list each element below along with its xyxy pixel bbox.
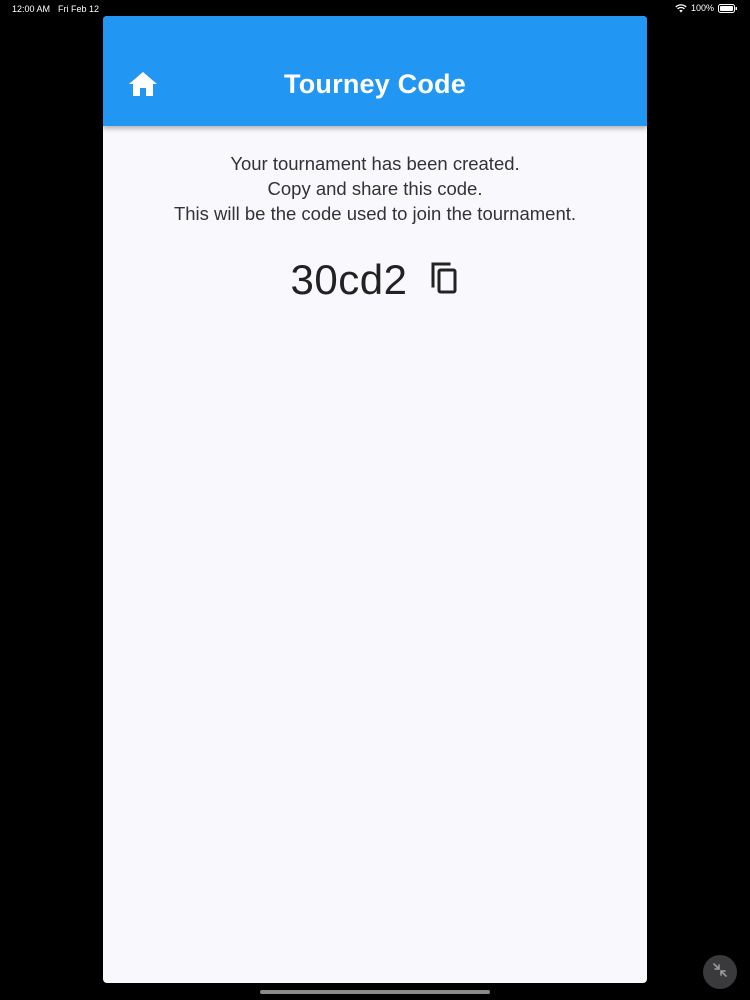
message-line-2: Copy and share this code. [267,178,483,199]
wifi-icon [675,3,687,13]
status-left: 12:00 AM Fri Feb 12 [12,4,99,14]
copy-icon [430,261,458,300]
status-right: 100% [675,3,738,13]
status-time: 12:00 AM [12,4,51,14]
home-indicator[interactable] [260,990,490,994]
message-line-3: This will be the code used to join the t… [173,203,577,224]
minimize-icon [712,962,728,983]
battery-percent: 100% [690,3,714,13]
message-line-1: Your tournament has been created. [230,153,520,174]
app-window: Tourney Code Your tournament has been cr… [103,16,647,983]
battery-icon [718,3,738,13]
copy-button[interactable] [429,262,459,298]
app-bar: Tourney Code [103,16,647,126]
status-date: Fri Feb 12 [58,4,100,14]
screen: 12:00 AM Fri Feb 12 100% Tourney Code Yo… [0,0,750,1000]
tourney-code[interactable]: 30cd2 [291,256,408,304]
minimize-button[interactable] [703,955,737,989]
creation-message: Your tournament has been created. Copy a… [103,151,647,226]
page-title: Tourney Code [284,69,466,99]
code-row: 30cd2 [103,256,647,304]
